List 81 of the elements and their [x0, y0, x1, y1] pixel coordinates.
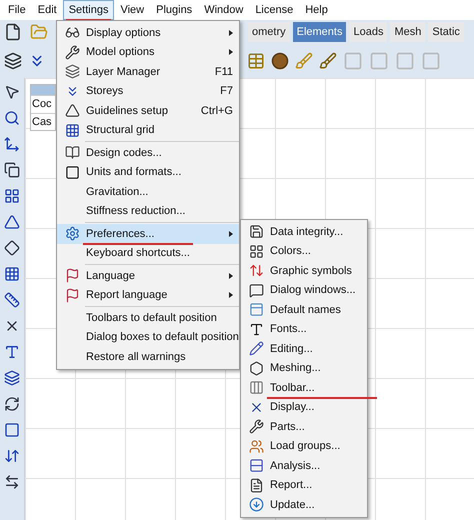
- panel-header: [31, 85, 55, 95]
- menu-item[interactable]: Report language: [57, 286, 239, 305]
- menu-item[interactable]: Analysis...: [241, 456, 367, 476]
- table-icon[interactable]: [247, 52, 265, 70]
- menu-item[interactable]: Design codes...: [57, 143, 239, 162]
- panel-row[interactable]: Cas: [31, 112, 55, 130]
- tool-icon[interactable]: [4, 448, 20, 464]
- tab[interactable]: Elements: [292, 22, 346, 42]
- tab[interactable]: ometry: [248, 22, 290, 42]
- tool-icon[interactable]: [4, 474, 20, 490]
- tool-icon[interactable]: [4, 370, 20, 386]
- menu-item[interactable]: Language: [57, 266, 239, 286]
- menu-item[interactable]: Toolbars to default position: [57, 308, 239, 328]
- font-icon: [248, 322, 264, 337]
- menu-item[interactable]: Meshing...: [241, 358, 367, 378]
- menu-item[interactable]: Keyboard shortcuts...: [57, 244, 239, 263]
- new-file-icon[interactable]: [4, 23, 22, 41]
- settings-icon: [64, 226, 80, 242]
- speech-bubble-icon: [248, 282, 264, 298]
- menu-item[interactable]: Editing...: [241, 339, 367, 358]
- update-icon: [248, 497, 264, 512]
- panel-row[interactable]: Coc: [31, 95, 55, 112]
- menu-item[interactable]: Load groups...: [241, 436, 367, 456]
- tool-icon[interactable]: [4, 188, 20, 204]
- tool-icon[interactable]: [4, 422, 20, 438]
- tool-icon[interactable]: [4, 344, 20, 360]
- menu-item[interactable]: Toolbar...: [241, 378, 367, 398]
- tool-icon[interactable]: [4, 136, 20, 152]
- menu-bar-item[interactable]: Settings: [62, 0, 114, 20]
- menu-bar-item[interactable]: Window: [198, 0, 250, 20]
- menu-item[interactable]: Parts...: [241, 417, 367, 436]
- menu-item[interactable]: Restore all warnings: [57, 347, 239, 366]
- menu-item[interactable]: Dialog boxes to default position: [57, 328, 239, 347]
- tab[interactable]: Mesh: [390, 22, 426, 42]
- menu-item[interactable]: Fonts...: [241, 320, 367, 339]
- menu-item[interactable]: Update...: [241, 495, 367, 514]
- menu-bar-item[interactable]: View: [114, 0, 150, 20]
- layers-icon: [64, 64, 80, 80]
- tool-icon[interactable]: [4, 240, 20, 256]
- grid-icon: [64, 122, 80, 138]
- menu-item[interactable]: Layer Manager F11: [57, 62, 239, 82]
- tool-icon[interactable]: [4, 84, 20, 100]
- menu-item[interactable]: Default names: [241, 300, 367, 320]
- report-icon: [248, 478, 264, 493]
- menu-item[interactable]: Structural grid: [57, 120, 239, 140]
- tab[interactable]: Loads: [349, 22, 388, 42]
- tool-icon[interactable]: [4, 110, 20, 126]
- menu-item[interactable]: Dialog windows...: [241, 280, 367, 300]
- flag-icon: [64, 268, 80, 284]
- menu-item[interactable]: Units and formats...: [57, 162, 239, 182]
- menu-item[interactable]: Report...: [241, 476, 367, 495]
- wrench-icon: [64, 44, 80, 60]
- brush-icon[interactable]: [319, 52, 337, 70]
- menu-item[interactable]: Display...: [241, 398, 367, 417]
- glasses-icon: [64, 25, 80, 40]
- tool-icon[interactable]: [4, 266, 20, 282]
- circle-icon[interactable]: [271, 52, 289, 70]
- menu-bar-item[interactable]: Plugins: [150, 0, 198, 20]
- layers-icon[interactable]: [4, 52, 22, 70]
- menu-item[interactable]: Data integrity...: [241, 222, 367, 242]
- menu-item[interactable]: Model options: [57, 42, 239, 62]
- menu-item[interactable]: Storeys F7: [57, 82, 239, 101]
- book-icon: [64, 145, 80, 160]
- tab[interactable]: Static: [428, 22, 464, 42]
- menu-bar-item[interactable]: License: [249, 0, 300, 20]
- menu-item[interactable]: Graphic symbols: [241, 261, 367, 280]
- menu-bar-item[interactable]: File: [2, 0, 32, 20]
- menu-item[interactable]: Guidelines setup Ctrl+G: [57, 101, 239, 120]
- menu-item[interactable]: Display options: [57, 23, 239, 42]
- edit-icon: [248, 341, 264, 356]
- tool-icon[interactable]: [4, 214, 20, 230]
- menu-bar-item[interactable]: Help: [299, 0, 334, 20]
- flag-icon: [64, 288, 80, 303]
- tool-icon[interactable]: [4, 162, 20, 178]
- menu-item[interactable]: Stiffness reduction...: [57, 202, 239, 221]
- menu-bar-item[interactable]: Edit: [32, 0, 63, 20]
- menu-item[interactable]: Preferences...: [57, 224, 239, 244]
- menu-item[interactable]: Colors...: [241, 242, 367, 261]
- tool-icon[interactable]: [4, 292, 20, 308]
- menu-item[interactable]: Gravitation...: [57, 182, 239, 202]
- tool-icon[interactable]: [4, 396, 20, 412]
